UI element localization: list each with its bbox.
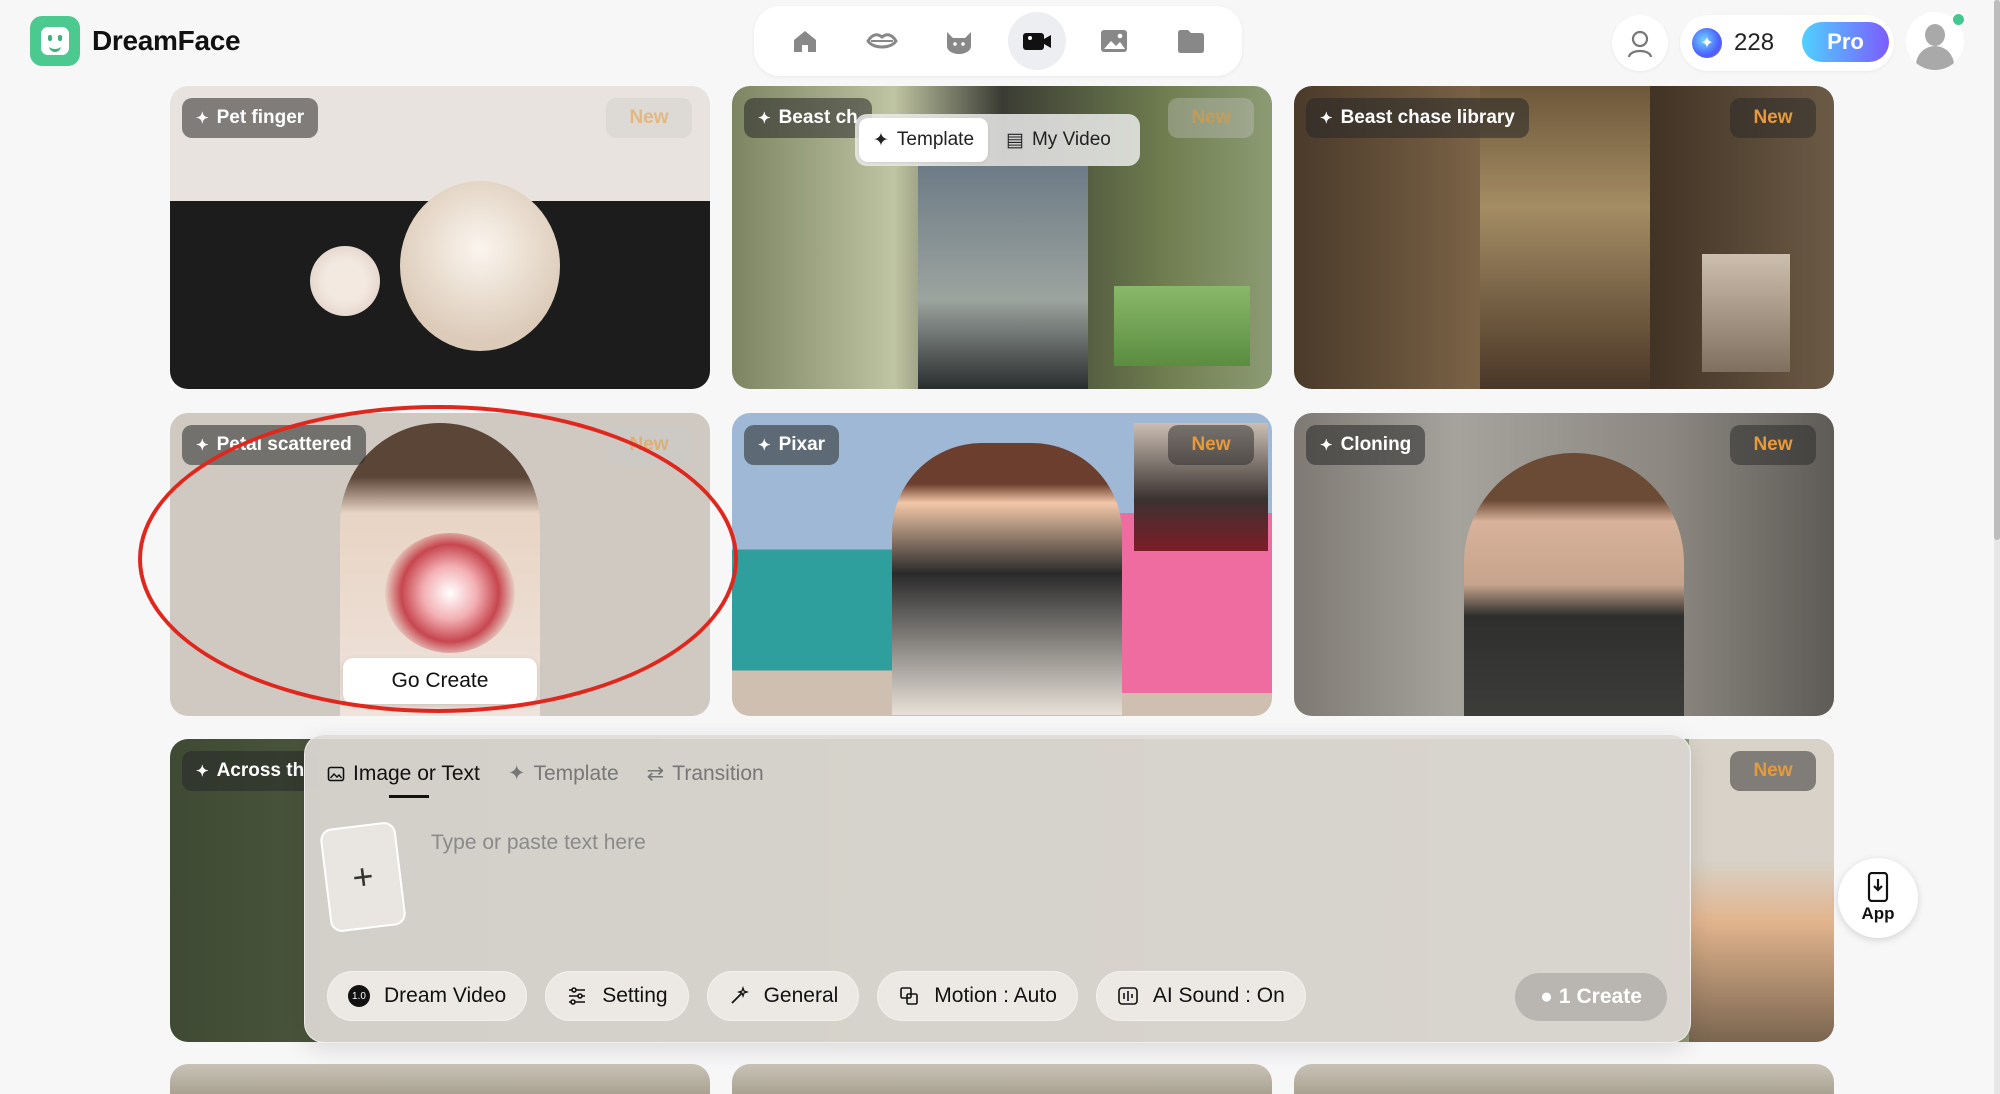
template-toggle-option[interactable]: ✦ Template [859, 118, 989, 162]
card-title: ✦ Petal scattered [182, 425, 366, 465]
video-composer-panel: Image or Text ✦ Template ⇄ Transition + … [304, 734, 1691, 1043]
my-video-toggle-option[interactable]: ▤ My Video [992, 118, 1125, 162]
card-title: ✦ Beast ch [744, 98, 872, 138]
card-title: ✦ Pixar [744, 425, 840, 465]
model-version-icon: 1.0 [348, 985, 370, 1007]
home-icon [793, 31, 816, 52]
nav-video[interactable] [1007, 12, 1066, 70]
card-title: ✦ Beast chase library [1306, 98, 1529, 138]
template-card[interactable] [1294, 1064, 1834, 1094]
sparkle-icon: ✦ [873, 129, 889, 151]
prompt-input[interactable] [431, 823, 1531, 863]
motion-icon [900, 987, 919, 1005]
sliders-icon [569, 987, 586, 1005]
composer-options: 1.0 Dream Video Setting General Motion :… [327, 971, 1306, 1021]
person-avatar-icon [1627, 30, 1653, 58]
app-name: DreamFace [92, 25, 241, 56]
image-icon [1100, 30, 1127, 52]
folder-icon [1178, 30, 1205, 53]
sparkle-icon: ✦ [1320, 110, 1333, 127]
card-title: ✦ Cloning [1306, 425, 1426, 465]
magic-wand-icon [730, 985, 749, 1004]
page-scrollbar[interactable] [1994, 0, 2000, 1094]
composer-tabs: Image or Text ✦ Template ⇄ Transition [327, 761, 764, 786]
go-create-button[interactable]: Go Create [343, 658, 537, 704]
app-download-label: App [1861, 904, 1895, 923]
sparkle-icon: ✦ [1320, 437, 1333, 454]
template-card-pixar[interactable]: ✦ Pixar New [732, 413, 1272, 716]
nav-image[interactable] [1085, 12, 1143, 70]
template-card-petal-scattered[interactable]: ✦ Petal scattered New Go Create [170, 413, 710, 716]
nav-lips[interactable] [853, 12, 911, 70]
new-badge: New [1730, 751, 1816, 791]
credits-count: 228 [1734, 29, 1775, 56]
app-logo[interactable]: DreamFace [30, 16, 241, 66]
new-badge: New [1168, 98, 1254, 138]
pro-upgrade-button[interactable]: Pro [1802, 22, 1889, 62]
dreamface-logo-icon [30, 16, 80, 66]
trash-icon: ▤ [1006, 129, 1024, 151]
video-source-toggle: ✦ Template ▤ My Video [855, 114, 1140, 166]
credit-coin-icon: ● [1540, 985, 1553, 1008]
phone-download-icon [1867, 872, 1889, 902]
nav-home[interactable] [776, 12, 834, 70]
model-selector[interactable]: 1.0 Dream Video [327, 971, 528, 1021]
create-button[interactable]: ● 1 Create [1515, 973, 1667, 1021]
new-badge: New [1730, 425, 1816, 465]
digital-human-button[interactable] [1612, 15, 1668, 71]
tab-template[interactable]: ✦ Template [508, 761, 619, 786]
create-label: Create [1576, 985, 1642, 1008]
card-title: ✦ Pet finger [182, 98, 319, 138]
nav-pet[interactable] [930, 12, 988, 70]
video-camera-icon [1022, 33, 1051, 50]
app-download-button[interactable]: App [1838, 858, 1918, 938]
sparkle-icon: ✦ [507, 762, 526, 785]
style-selector[interactable]: General [706, 971, 860, 1021]
ai-sound-toggle[interactable]: AI Sound : On [1095, 971, 1306, 1021]
motion-selector[interactable]: Motion : Auto [877, 971, 1078, 1021]
online-status-dot [1951, 12, 1966, 27]
video-preview [1464, 453, 1684, 716]
lips-icon [866, 33, 898, 49]
new-badge: New [606, 98, 692, 138]
sparkle-icon: ✦ [758, 110, 771, 127]
card-title: ✦ Across th [182, 751, 319, 791]
scrollbar-thumb[interactable] [1994, 0, 2000, 540]
template-card-pet-finger[interactable]: ✦ Pet finger New [170, 86, 710, 389]
template-card-cloning[interactable]: ✦ Cloning New [1294, 413, 1834, 716]
sparkle-credit-icon: ✦ [1692, 28, 1722, 58]
sound-wave-icon [1118, 987, 1138, 1005]
setting-button[interactable]: Setting [545, 971, 689, 1021]
template-card[interactable] [170, 1064, 710, 1094]
active-tab-indicator [389, 795, 429, 798]
sparkle-icon: ✦ [758, 437, 771, 454]
video-preview [918, 166, 1088, 389]
template-card[interactable] [732, 1064, 1272, 1094]
sparkle-icon: ✦ [196, 763, 209, 780]
nav-folder[interactable] [1162, 12, 1220, 70]
transition-icon: ⇄ [646, 762, 665, 785]
new-badge: New [1168, 425, 1254, 465]
plus-icon: + [350, 854, 376, 899]
petal-effect [385, 533, 515, 653]
top-nav [754, 6, 1242, 76]
new-badge: New [1730, 98, 1816, 138]
source-face-thumbnail [1702, 254, 1790, 372]
tab-transition[interactable]: ⇄ Transition [647, 761, 764, 786]
template-card-beast-chase-library[interactable]: ✦ Beast chase library New [1294, 86, 1834, 389]
create-cost: 1 [1558, 985, 1571, 1008]
new-badge: New [606, 425, 692, 465]
cat-icon [947, 32, 972, 54]
tab-image-or-text[interactable]: Image or Text [327, 761, 480, 786]
video-preview [892, 443, 1122, 715]
sparkle-icon: ✦ [196, 110, 209, 127]
source-face-thumbnail [1114, 286, 1250, 366]
cake-image [310, 246, 380, 316]
upload-image-button[interactable]: + [318, 820, 408, 934]
sparkle-icon: ✦ [196, 437, 209, 454]
image-icon [327, 766, 345, 781]
cat-image [400, 181, 560, 351]
